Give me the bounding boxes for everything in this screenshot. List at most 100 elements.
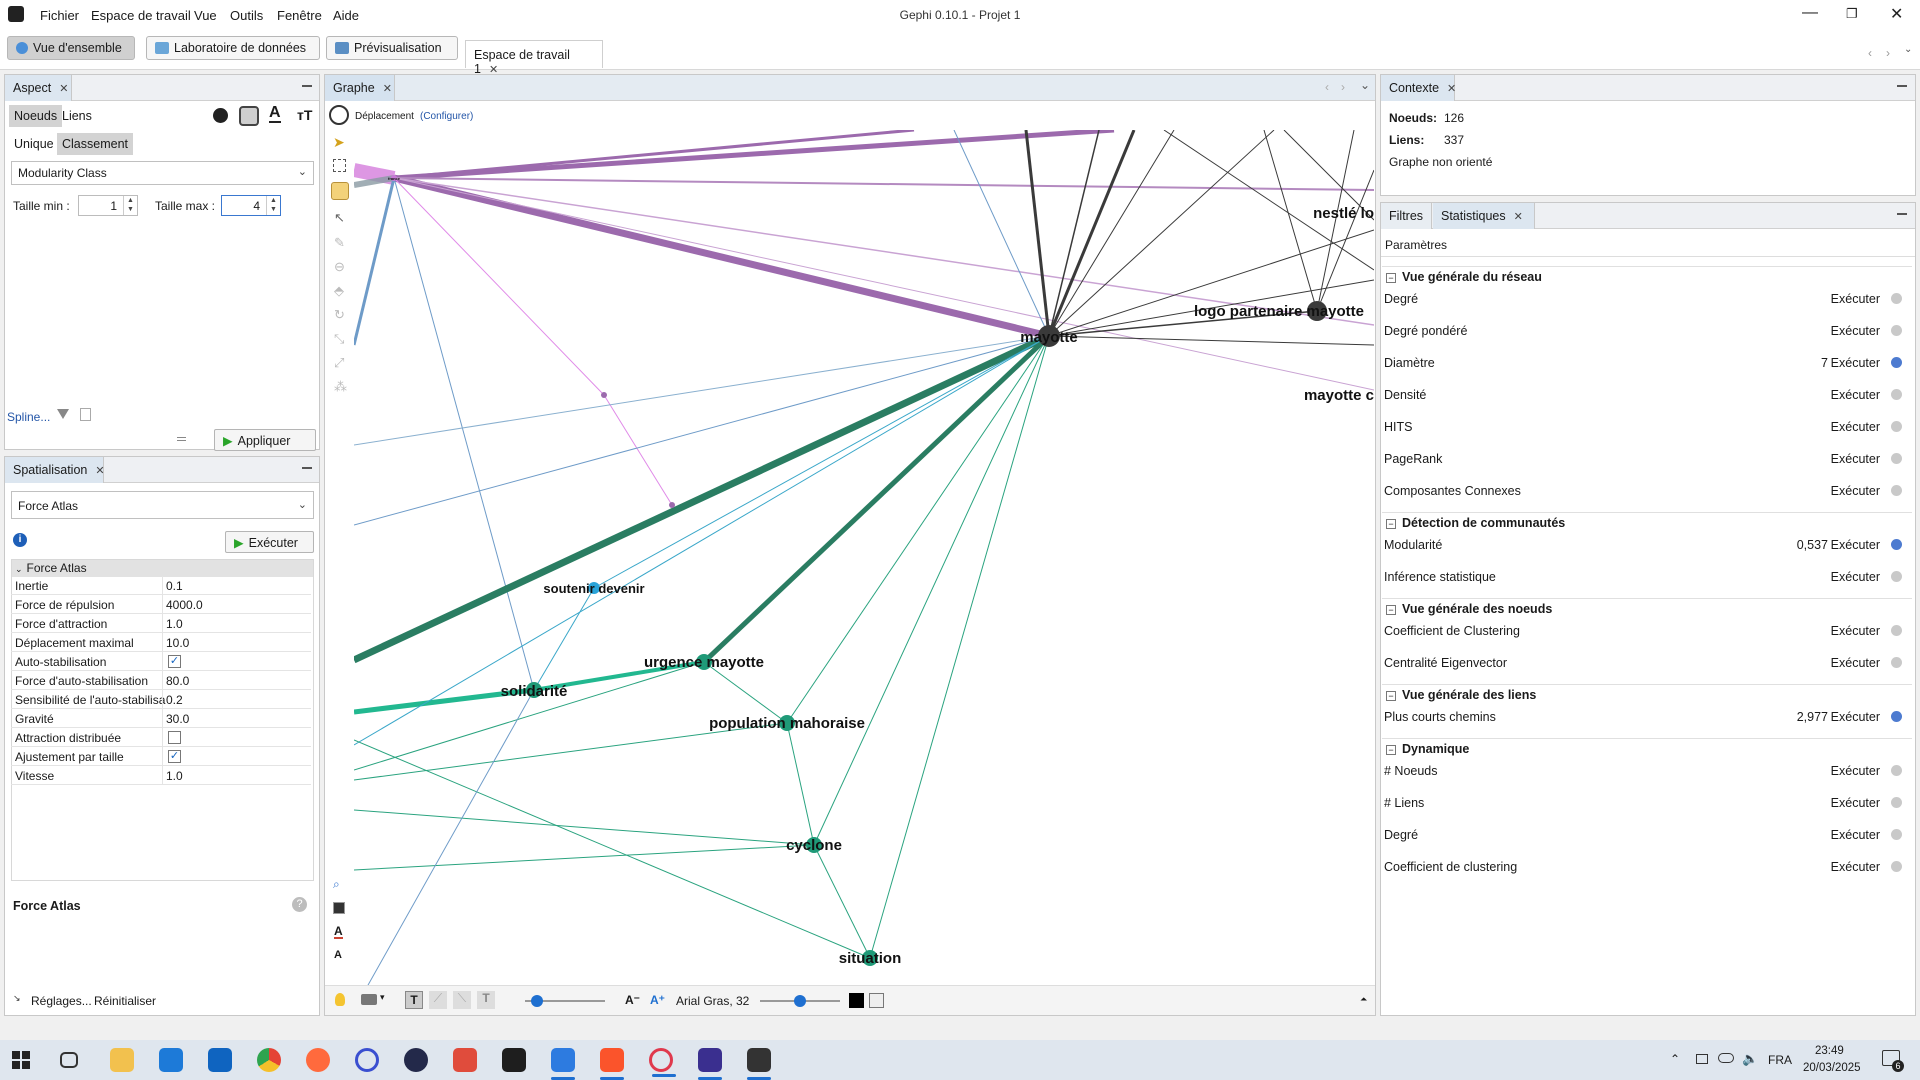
label-color-icon[interactable]: A [269,105,281,123]
spinner-arrows-icon[interactable]: ▲ ▼ [266,196,280,215]
slider-thumb[interactable] [531,995,543,1007]
info-icon[interactable] [1891,389,1902,400]
info-icon[interactable] [1891,765,1902,776]
language-indicator[interactable]: FRA [1768,1053,1792,1067]
edge-tool2-icon[interactable]: ⟍ [453,991,471,1009]
info-icon[interactable] [1891,571,1902,582]
volume-icon[interactable]: 🔈 [1742,1051,1758,1067]
apply-button[interactable]: ▶ Appliquer [214,429,316,451]
run-stat-button[interactable]: Exécuter [1831,356,1880,370]
stats-section-header[interactable]: − Vue générale des noeuds [1382,598,1912,618]
property-row[interactable]: Déplacement maximal 10.0 [11,633,311,652]
preview-button[interactable]: Prévisualisation [326,36,458,60]
property-row[interactable]: Force de répulsion 4000.0 [11,595,311,614]
size-icon[interactable] [239,106,259,126]
run-stat-button[interactable]: Exécuter [1831,292,1880,306]
parameters-link[interactable]: Paramètres [1385,238,1447,252]
info-icon[interactable] [1891,485,1902,496]
info-icon[interactable] [1891,657,1902,668]
layout-algorithm-select[interactable]: Force Atlas ⌄ [11,491,314,519]
maximize-icon[interactable]: ❐ [1846,6,1858,22]
property-row[interactable]: Vitesse 1.0 [11,766,311,785]
stats-section-header[interactable]: − Vue générale du réseau [1382,266,1912,286]
property-value[interactable]: 4000.0 [166,598,203,612]
shortest-path-icon[interactable]: ⊖ [334,259,345,275]
spinner-arrows-icon[interactable]: ▲ ▼ [123,196,137,215]
tab-nodes[interactable]: Noeuds [9,105,63,127]
property-row[interactable]: Gravité 30.0 [11,709,311,728]
property-value[interactable]: 30.0 [166,712,189,726]
mode-ranking[interactable]: Classement [57,133,133,155]
rectangle-select-icon[interactable] [333,159,346,172]
minimize-icon[interactable]: — [1802,4,1818,22]
edge-icon[interactable]: ⤢ [334,355,344,371]
cloud-icon[interactable] [1718,1053,1734,1063]
run-stat-button[interactable]: Exécuter [1831,710,1880,724]
configure-link[interactable]: (Configurer) [420,111,473,122]
run-stat-button[interactable]: Exécuter [1831,324,1880,338]
app3-icon[interactable] [453,1048,477,1072]
property-value[interactable]: 1.0 [166,617,183,631]
close-icon[interactable]: ✕ [95,465,104,477]
size-max-spinner[interactable]: 4 ▲ ▼ [221,195,281,216]
show-labels-icon[interactable]: T [405,991,423,1009]
run-stat-button[interactable]: Exécuter [1831,764,1880,778]
brave-icon[interactable] [600,1048,624,1080]
property-row[interactable]: Sensibilité de l'auto-stabilisa 0.2 [11,690,311,709]
tab-statistics[interactable]: Statistiques ✕ [1433,203,1535,229]
run-stat-button[interactable]: Exécuter [1831,656,1880,670]
info-icon[interactable] [1891,325,1902,336]
chevron-left-icon[interactable]: ‹ [1868,46,1872,60]
task-view-icon[interactable] [60,1052,78,1068]
app2-icon[interactable] [404,1048,428,1072]
copy-icon[interactable] [80,408,91,421]
file-explorer-icon[interactable] [110,1048,134,1072]
property-value[interactable]: 1.0 [166,769,183,783]
close-icon[interactable]: ✕ [383,83,392,95]
chevron-down-icon[interactable]: ⌄ [1904,44,1912,55]
info-icon[interactable] [1891,829,1902,840]
windows-start-icon[interactable] [12,1051,30,1069]
app4-icon[interactable] [551,1048,575,1080]
label-color-swatch[interactable] [849,993,864,1008]
graph-canvas[interactable]: mayotte logo partenaire mayotte nestlé lo m… [354,130,1374,985]
property-checkbox[interactable]: ✓ [168,750,181,763]
run-stat-button[interactable]: Exécuter [1831,420,1880,434]
run-stat-button[interactable]: Exécuter [1831,570,1880,584]
info-icon[interactable] [1891,711,1902,722]
minimize-icon[interactable] [302,85,312,87]
collapse-icon[interactable]: − [1386,273,1396,283]
tab-context[interactable]: Contexte ✕ [1381,75,1456,101]
run-stat-button[interactable]: Exécuter [1831,452,1880,466]
app-icon[interactable] [355,1048,379,1072]
run-layout-button[interactable]: ▶ Exécuter [225,531,314,553]
overview-button[interactable]: Vue d'ensemble [7,36,135,60]
run-stat-button[interactable]: Exécuter [1831,538,1880,552]
collapse-icon[interactable]: − [1386,605,1396,615]
property-row[interactable]: Attraction distribuée [11,728,311,747]
edge-tool-icon[interactable]: ⟋ [429,991,447,1009]
label-size-icon[interactable]: тT [297,107,312,123]
chevron-down-icon[interactable]: ⌄ [1360,78,1370,92]
tab-links[interactable]: Liens [57,105,97,127]
camera-icon[interactable] [1696,1054,1708,1064]
tab-graph[interactable]: Graphe ✕ [325,75,395,101]
property-row[interactable]: Auto-stabilisation ✓ [11,652,311,671]
property-checkbox[interactable] [168,731,181,744]
tab-filters[interactable]: Filtres [1381,203,1432,229]
zoom-fit-icon[interactable]: ⌕ [333,877,340,892]
minimize-icon[interactable] [1897,85,1907,87]
lightbulb-icon[interactable] [335,993,345,1006]
mode-unique[interactable]: Unique [9,133,59,155]
firefox-icon[interactable] [306,1048,330,1072]
expand-icon[interactable]: ⏶ [1360,994,1367,1005]
label-size-icon[interactable]: A [334,949,342,961]
run-stat-button[interactable]: Exécuter [1831,388,1880,402]
graph-node[interactable] [601,392,607,398]
clock-date[interactable]: 20/03/2025 [1803,1062,1861,1074]
run-stat-button[interactable]: Exécuter [1831,860,1880,874]
info-icon[interactable] [1891,797,1902,808]
chevron-left-icon[interactable]: ‹ [1325,80,1329,94]
pointer-icon[interactable]: ↖ [334,210,345,226]
property-value[interactable]: 80.0 [166,674,189,688]
